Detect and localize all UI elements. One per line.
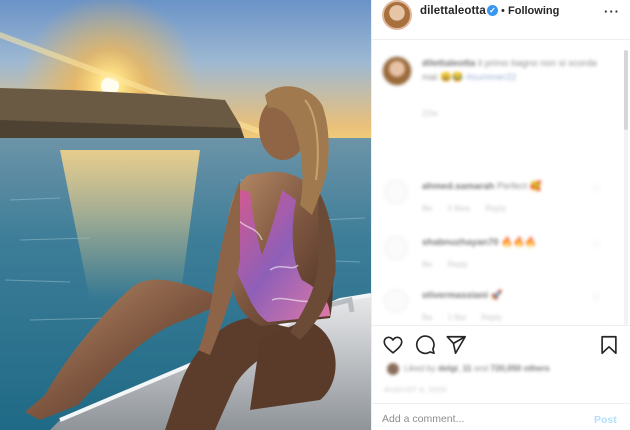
comment-item: shabnuzhayan70 🔥🔥🔥 8w Reply ♡ — [372, 234, 630, 284]
comment-icon[interactable] — [414, 334, 436, 356]
comment-username[interactable]: shabnuzhayan70 — [422, 237, 499, 248]
author-username[interactable]: dilettaleotta — [420, 5, 486, 17]
comment-text: ahmed.samarah Perfect 🥰 — [422, 181, 542, 192]
post-date: AUGUST 4, 2020 — [384, 385, 447, 394]
add-comment-bar: Post — [372, 403, 630, 430]
more-horizontal-icon[interactable]: ··· — [604, 4, 620, 19]
comment-like-icon[interactable]: ♡ — [592, 184, 601, 195]
comment-avatar[interactable] — [384, 289, 408, 313]
comment-input[interactable] — [382, 413, 582, 425]
comment-meta: 8w 2 likes Reply — [422, 204, 506, 213]
comment-text: olivermassiani 🚀 — [422, 290, 503, 301]
post-header: dilettaleotta ✓ • Following ··· — [372, 0, 630, 40]
share-icon[interactable] — [445, 334, 467, 356]
caption-avatar[interactable] — [382, 56, 412, 86]
post-side-panel: dilettaleotta ✓ • Following ··· dilettal… — [371, 0, 630, 430]
action-bar — [372, 325, 630, 363]
comment-like-icon[interactable]: ♡ — [592, 240, 601, 251]
heart-icon[interactable] — [382, 334, 404, 356]
bookmark-icon[interactable] — [598, 334, 620, 356]
comment-username[interactable]: olivermassiani — [422, 290, 488, 301]
scrollbar-thumb[interactable] — [624, 50, 628, 130]
comment-text: shabnuzhayan70 🔥🔥🔥 — [422, 237, 537, 248]
comment-meta: 8w Reply — [422, 260, 468, 269]
comments-scrollbar[interactable] — [624, 50, 628, 325]
caption-username[interactable]: dilettaleotta — [422, 58, 475, 69]
author-avatar[interactable] — [382, 0, 412, 30]
likes-text: Liked by delgi_11 and 720,050 others — [404, 363, 550, 373]
post-caption: dilettaleotta il primo bagno non si scor… — [422, 57, 597, 85]
verified-badge-icon: ✓ — [487, 5, 498, 16]
sunset-photo-image — [0, 0, 371, 430]
comment-avatar[interactable] — [384, 180, 408, 204]
comment-like-icon[interactable]: ♡ — [592, 293, 601, 304]
post-photo[interactable] — [0, 0, 371, 430]
liker-avatar — [387, 363, 399, 375]
comment-username[interactable]: ahmed.samarah — [422, 181, 494, 192]
comment-avatar[interactable] — [384, 236, 408, 260]
post-comment-button[interactable]: Post — [594, 414, 617, 426]
follow-separator: • — [501, 5, 505, 17]
caption-hashtag[interactable]: #summer22 — [466, 72, 516, 83]
caption-time: 22w — [422, 108, 438, 118]
following-button[interactable]: Following — [508, 5, 559, 17]
caption-emoji: 😄😂 — [439, 72, 464, 83]
comment-item: ahmed.samarah Perfect 🥰 8w 2 likes Reply… — [372, 178, 630, 228]
likes-summary[interactable]: Liked by delgi_11 and 720,050 others — [382, 362, 622, 376]
comment-meta: 8w 1 like Reply — [422, 313, 502, 322]
